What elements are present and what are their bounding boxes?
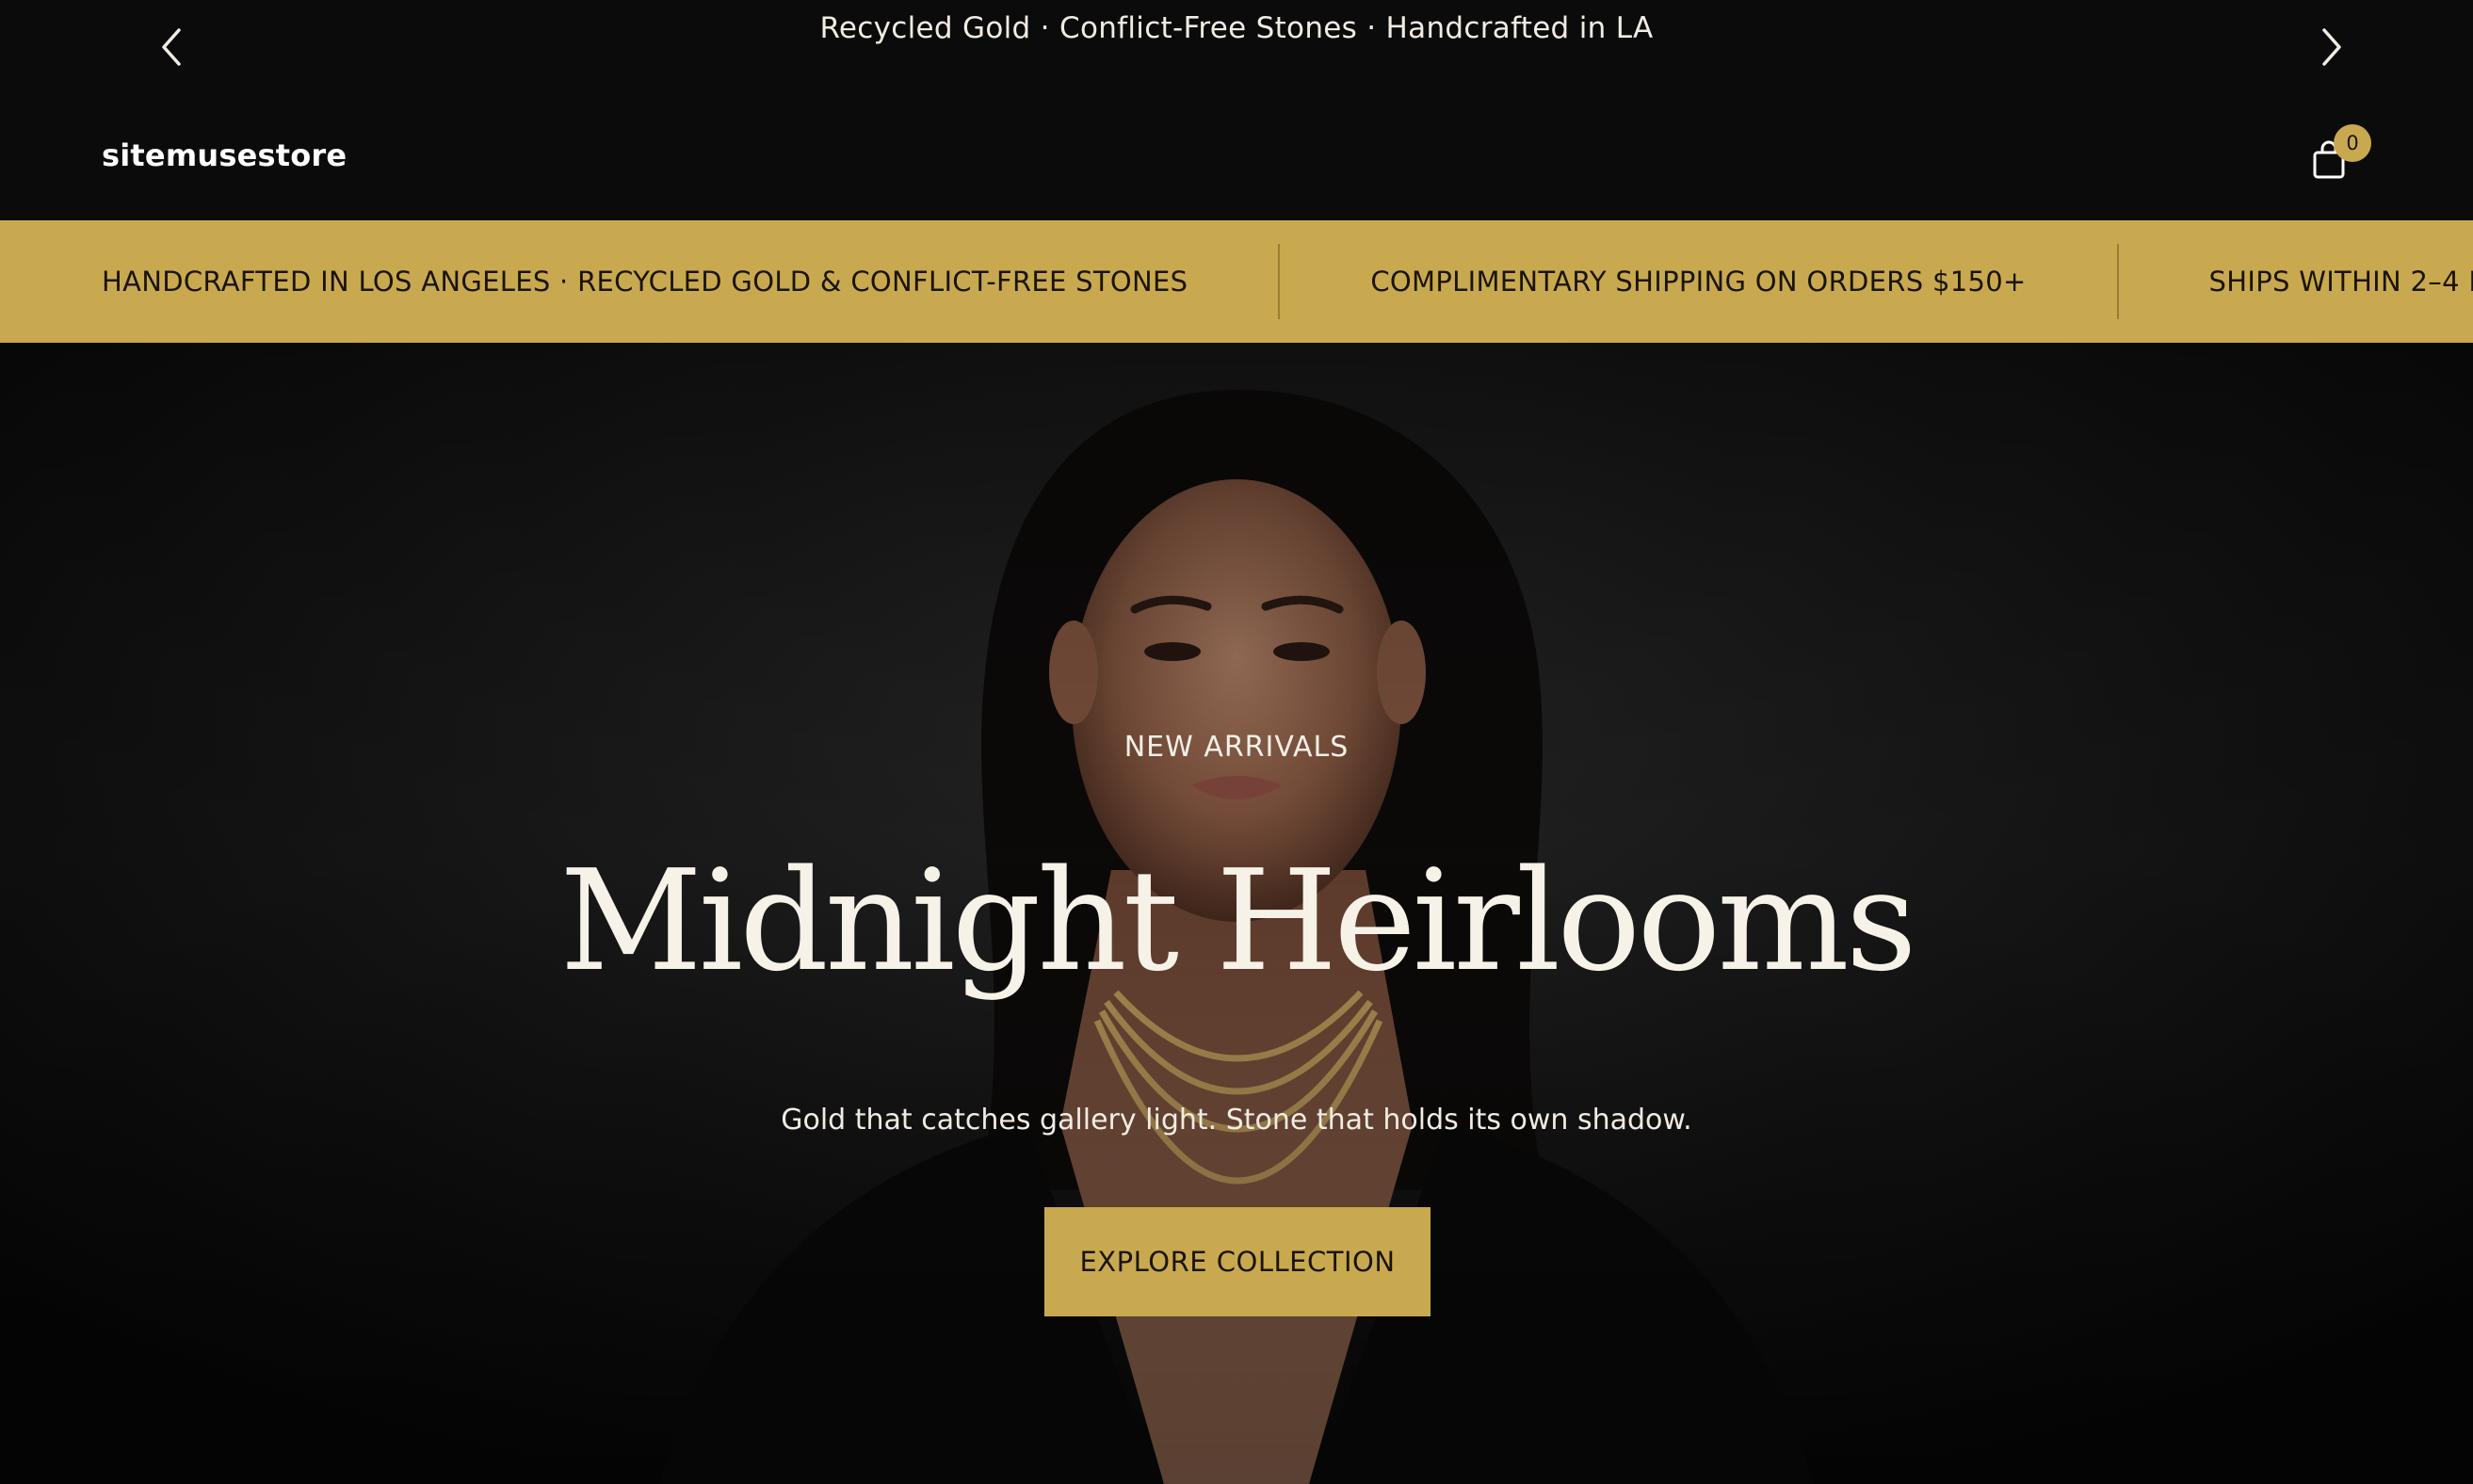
explore-collection-button[interactable]: EXPLORE COLLECTION [1044,1207,1430,1316]
hero-subtitle: Gold that catches gallery light. Stone t… [781,1104,1692,1137]
marquee-track: HANDCRAFTED IN LOS ANGELES · RECYCLED GO… [102,220,2473,343]
hero-eyebrow: NEW ARRIVALS [1123,731,1350,764]
page: Recycled Gold · Conflict-Free Stones · H… [0,0,2473,1484]
hero-section: NEW ARRIVALS Midnight Heirlooms Gold tha… [0,343,2473,1484]
site-header: sitemusestore 0 [0,81,2473,220]
store-logo[interactable]: sitemusestore [102,137,347,173]
promo-marquee: HANDCRAFTED IN LOS ANGELES · RECYCLED GO… [0,220,2473,343]
marquee-item-handcrafted: HANDCRAFTED IN LOS ANGELES · RECYCLED GO… [102,266,1188,298]
cart-count-badge: 0 [2334,124,2371,162]
marquee-item-shipping: COMPLIMENTARY SHIPPING ON ORDERS $150+ [1370,266,2027,298]
announcement-bar: Recycled Gold · Conflict-Free Stones · H… [0,0,2473,81]
hero-content: NEW ARRIVALS Midnight Heirlooms Gold tha… [0,343,2473,1484]
cart-button[interactable]: 0 [2311,124,2371,185]
announcement-next-button[interactable] [2311,24,2352,70]
announcement-text: Recycled Gold · Conflict-Free Stones · H… [819,11,1654,45]
chevron-right-icon [2322,28,2341,66]
hero-title: Midnight Heirlooms [559,840,1916,1002]
marquee-item-ships-within: SHIPS WITHIN 2–4 BUSINESS [2208,266,2473,298]
marquee-divider [2116,244,2119,319]
marquee-divider [1278,244,1281,319]
